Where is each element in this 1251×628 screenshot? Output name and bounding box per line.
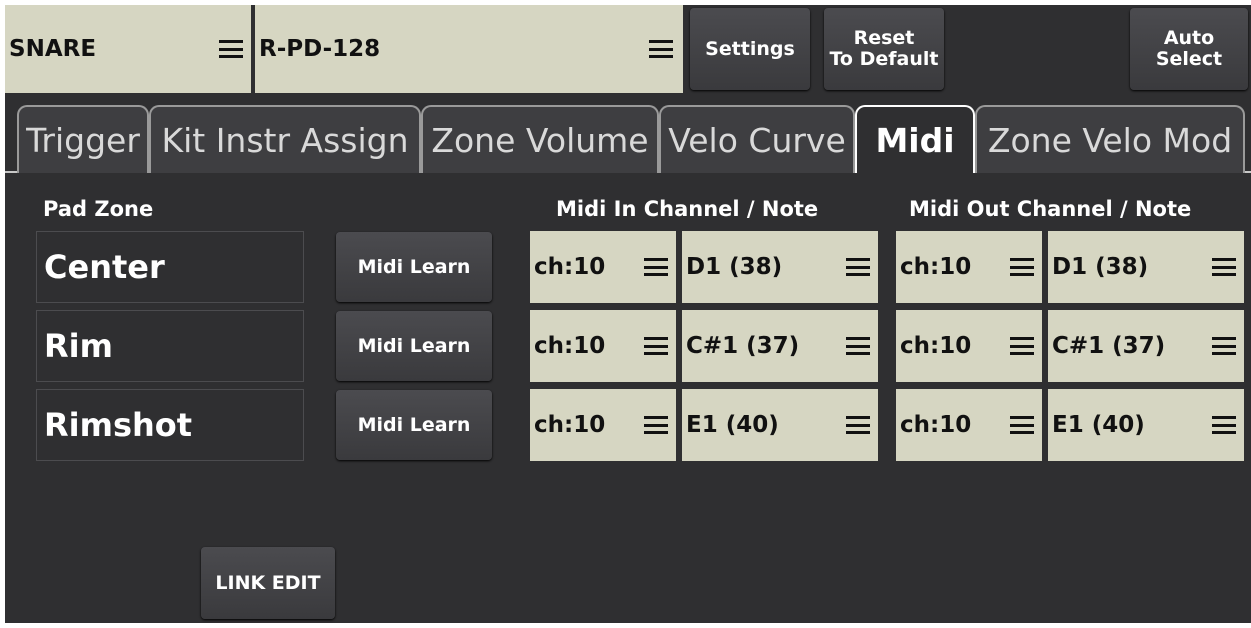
- note-value: C#1 (37): [686, 333, 800, 359]
- tab-zone-volume[interactable]: Zone Volume: [421, 105, 659, 173]
- channel-value: ch:10: [900, 333, 972, 359]
- pad-select[interactable]: SNARE: [5, 5, 251, 93]
- note-value: E1 (40): [1052, 412, 1145, 438]
- zone-label: Center: [36, 231, 304, 303]
- midi-in-channel-select[interactable]: ch:10: [530, 389, 676, 461]
- tab-label: Kit Instr Assign: [161, 120, 409, 160]
- tab-label: Zone Velo Mod: [987, 120, 1233, 160]
- midi-learn-label: Midi Learn: [357, 413, 471, 436]
- hamburger-menu-icon: [644, 416, 668, 434]
- midi-out-header: Midi Out Channel / Note: [909, 197, 1192, 221]
- midi-out-channel-select[interactable]: ch:10: [896, 389, 1042, 461]
- note-value: D1 (38): [686, 254, 783, 280]
- auto-select-button[interactable]: Auto Select: [1130, 8, 1248, 90]
- hamburger-menu-icon: [1010, 416, 1034, 434]
- link-edit-button[interactable]: LINK EDIT: [201, 547, 335, 619]
- channel-value: ch:10: [534, 412, 606, 438]
- tab-kit-instr-assign[interactable]: Kit Instr Assign: [149, 105, 421, 173]
- pad-select-value: SNARE: [9, 36, 97, 62]
- reset-label-line2: To Default: [829, 48, 939, 70]
- hamburger-menu-icon: [644, 258, 668, 276]
- model-select[interactable]: R-PD-128: [255, 5, 683, 93]
- midi-learn-button[interactable]: Midi Learn: [336, 390, 492, 460]
- hamburger-menu-icon: [1212, 416, 1236, 434]
- note-value: C#1 (37): [1052, 333, 1166, 359]
- hamburger-menu-icon: [846, 337, 870, 355]
- tab-label: Trigger: [26, 120, 140, 160]
- hamburger-menu-icon: [649, 40, 673, 58]
- midi-in-header: Midi In Channel / Note: [556, 197, 819, 221]
- hamburger-menu-icon: [846, 416, 870, 434]
- reset-to-default-button[interactable]: Reset To Default: [824, 8, 944, 90]
- zone-label: Rimshot: [36, 389, 304, 461]
- midi-out-note-select[interactable]: C#1 (37): [1048, 310, 1244, 382]
- hamburger-menu-icon: [1212, 258, 1236, 276]
- hamburger-menu-icon: [1010, 258, 1034, 276]
- app-window: SNARE R-PD-128 Settings Reset To Default…: [5, 5, 1251, 623]
- midi-learn-label: Midi Learn: [357, 255, 471, 278]
- hamburger-menu-icon: [846, 258, 870, 276]
- midi-out-channel-select[interactable]: ch:10: [896, 231, 1042, 303]
- tab-zone-velo-mod[interactable]: Zone Velo Mod: [975, 105, 1245, 173]
- note-value: D1 (38): [1052, 254, 1149, 280]
- hamburger-menu-icon: [644, 337, 668, 355]
- auto-label-line2: Select: [1155, 48, 1223, 70]
- channel-value: ch:10: [900, 254, 972, 280]
- tab-trigger[interactable]: Trigger: [17, 105, 149, 173]
- settings-button[interactable]: Settings: [690, 8, 810, 90]
- channel-value: ch:10: [534, 333, 606, 359]
- tab-velo-curve[interactable]: Velo Curve: [659, 105, 855, 173]
- midi-in-channel-select[interactable]: ch:10: [530, 231, 676, 303]
- hamburger-menu-icon: [1010, 337, 1034, 355]
- channel-value: ch:10: [900, 412, 972, 438]
- midi-out-note-select[interactable]: E1 (40): [1048, 389, 1244, 461]
- note-value: E1 (40): [686, 412, 779, 438]
- auto-label-line1: Auto: [1163, 27, 1215, 50]
- tab-midi[interactable]: Midi: [855, 105, 975, 176]
- hamburger-menu-icon: [219, 40, 243, 58]
- pad-zone-header: Pad Zone: [43, 197, 154, 221]
- channel-value: ch:10: [534, 254, 606, 280]
- tab-label: Midi: [875, 120, 955, 160]
- midi-in-channel-select[interactable]: ch:10: [530, 310, 676, 382]
- tab-label: Velo Curve: [668, 120, 846, 160]
- hamburger-menu-icon: [1212, 337, 1236, 355]
- midi-in-note-select[interactable]: D1 (38): [682, 231, 878, 303]
- midi-learn-button[interactable]: Midi Learn: [336, 232, 492, 302]
- zone-label: Rim: [36, 310, 304, 382]
- link-edit-label: LINK EDIT: [215, 571, 321, 594]
- model-select-value: R-PD-128: [259, 36, 381, 62]
- tab-label: Zone Volume: [431, 120, 649, 160]
- midi-learn-label: Midi Learn: [357, 334, 471, 357]
- settings-label: Settings: [705, 37, 795, 60]
- midi-out-note-select[interactable]: D1 (38): [1048, 231, 1244, 303]
- reset-label-line1: Reset: [853, 27, 915, 50]
- midi-out-channel-select[interactable]: ch:10: [896, 310, 1042, 382]
- midi-learn-button[interactable]: Midi Learn: [336, 311, 492, 381]
- midi-in-note-select[interactable]: E1 (40): [682, 389, 878, 461]
- midi-in-note-select[interactable]: C#1 (37): [682, 310, 878, 382]
